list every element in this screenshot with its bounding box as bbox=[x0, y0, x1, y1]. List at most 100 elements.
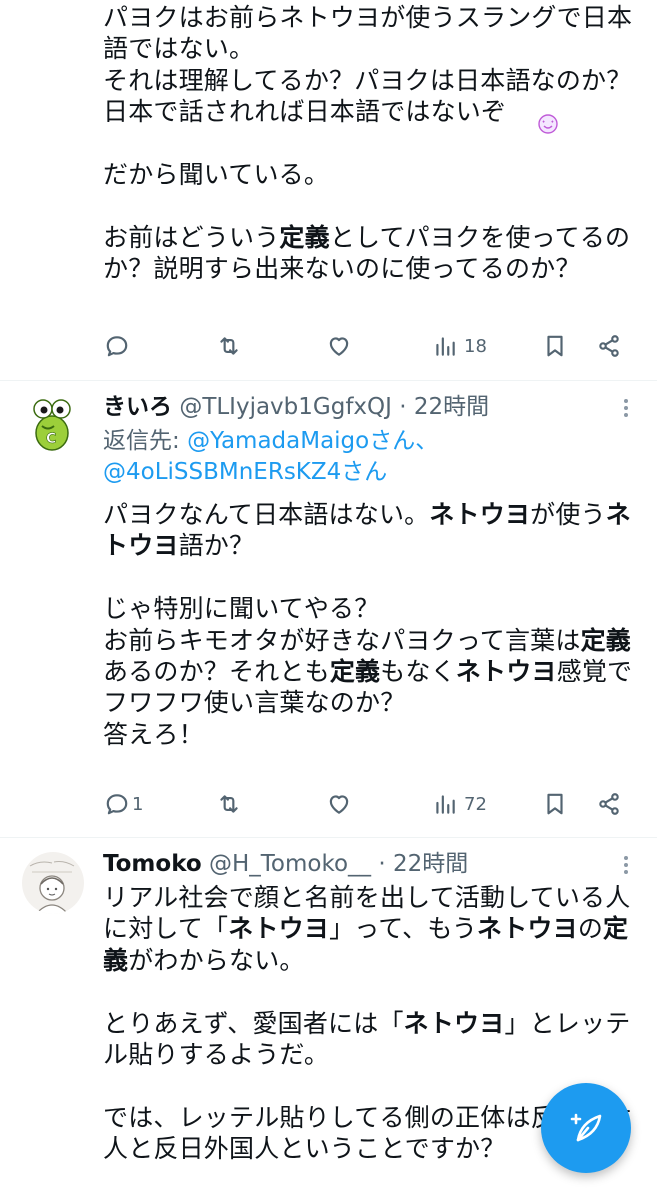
avatar[interactable] bbox=[22, 852, 84, 914]
retweet-icon bbox=[220, 337, 238, 355]
more-button[interactable] bbox=[616, 853, 636, 877]
text-run: だから聞いている。 bbox=[103, 159, 330, 189]
hashtag-keyword: ネトウヨ bbox=[455, 656, 557, 686]
bookmark-icon bbox=[547, 335, 563, 357]
more-icon bbox=[624, 399, 628, 403]
tweet-1-actions: 18 bbox=[96, 326, 636, 366]
reply-count: 1 bbox=[132, 793, 144, 815]
hashtag-keyword: ネトウヨ bbox=[228, 914, 330, 944]
text-line: パヨクはお前らネトウヨが使うスラングで日本 bbox=[103, 2, 643, 33]
text-run: 答えろ！ bbox=[103, 719, 204, 749]
views-button[interactable]: 18 bbox=[432, 326, 487, 366]
retweet-icon bbox=[220, 795, 238, 813]
hashtag-keyword: 定義 bbox=[279, 222, 330, 252]
text-line: 語ではない。 bbox=[103, 33, 643, 64]
text-run: 語ではない。 bbox=[103, 34, 255, 64]
text-line: お前はどういう定義としてパヨクを使ってるの bbox=[103, 222, 643, 253]
avatar[interactable]: C bbox=[22, 393, 84, 455]
text-run: お前はどういう bbox=[103, 222, 280, 252]
text-run: ル貼りするようだ。 bbox=[103, 1039, 330, 1069]
text-line bbox=[103, 976, 643, 1007]
text-run: 」とレッテ bbox=[504, 1008, 631, 1038]
text-line: トウヨ語か？ bbox=[103, 530, 643, 561]
share-icon bbox=[599, 335, 619, 357]
hashtag-keyword: トウヨ bbox=[103, 531, 179, 561]
text-run: とりあえず、愛国者には「 bbox=[103, 1008, 404, 1038]
tweet-2: C きいろ @TLIyjavb1GgfxQJ · 22時間 返信先: @Yama… bbox=[0, 381, 657, 837]
views-count: 72 bbox=[464, 793, 487, 815]
bookmark-button[interactable] bbox=[542, 784, 568, 824]
views-button[interactable]: 72 bbox=[432, 784, 487, 824]
text-line: フワフワ使い言葉なのか？ bbox=[103, 687, 643, 718]
share-button[interactable] bbox=[596, 326, 622, 366]
reply-icon bbox=[106, 336, 128, 357]
text-line bbox=[103, 562, 643, 593]
text-line: あるのか？それとも定義もなくネトウヨ感覚で bbox=[103, 656, 643, 687]
hashtag-keyword: 義 bbox=[103, 945, 129, 975]
bookmark-icon bbox=[547, 793, 563, 815]
text-run: 感覚で bbox=[556, 656, 633, 686]
text-line: とりあえず、愛国者には「ネトウヨ」とレッテ bbox=[103, 1008, 643, 1039]
more-button[interactable] bbox=[616, 396, 636, 420]
reply-button[interactable]: 1 bbox=[104, 784, 143, 824]
compose-button[interactable] bbox=[541, 1083, 631, 1173]
share-button[interactable] bbox=[596, 784, 622, 824]
text-run: がわからない。 bbox=[128, 945, 305, 975]
text-line: パヨクなんて日本語はない。ネトウヨが使うネ bbox=[103, 499, 643, 530]
text-run: としてパヨクを使ってるの bbox=[329, 222, 631, 252]
like-icon bbox=[329, 337, 349, 356]
views-count: 18 bbox=[464, 335, 487, 357]
display-name[interactable]: きいろ bbox=[103, 394, 172, 420]
hashtag-keyword: 定義 bbox=[329, 656, 381, 686]
frog-avatar-image: C bbox=[22, 393, 84, 455]
like-button[interactable] bbox=[326, 784, 352, 824]
text-run: に対して「 bbox=[103, 914, 229, 944]
handle-and-time[interactable]: @H_Tomoko__ · 22時間 bbox=[209, 851, 468, 877]
text-line: に対して「ネトウヨ」って、もうネトウヨの定 bbox=[103, 913, 643, 944]
hashtag-keyword: ネ bbox=[605, 500, 631, 529]
display-name[interactable]: Tomoko bbox=[103, 851, 202, 877]
tweet-1: パヨクはお前らネトウヨが使うスラングで日本 語ではない。 それは理解してるか？パヨク… bbox=[0, 0, 657, 380]
like-icon bbox=[329, 795, 349, 814]
text-run: もなく bbox=[380, 656, 456, 686]
reply-user-link[interactable]: @4oLiSSBMnERsKZ4さん bbox=[103, 459, 387, 485]
text-run: が使う bbox=[530, 500, 606, 529]
tweet-2-text: パヨクなんて日本語はない。ネトウヨが使うネ トウヨ語か？ じゃ特別に聞いてやる？ お前… bbox=[103, 499, 643, 750]
text-line: リアル社会で顔と名前を出して活動している人 bbox=[103, 882, 643, 913]
compose-icon bbox=[570, 1113, 602, 1142]
text-line: だから聞いている。 bbox=[103, 159, 643, 190]
text-run: じゃ特別に聞いてやる？ bbox=[103, 594, 380, 624]
text-run: 語か？ bbox=[178, 531, 255, 561]
bookmark-button[interactable] bbox=[542, 326, 568, 366]
reply-user-link[interactable]: @YamadaMaigoさん、 bbox=[187, 428, 438, 454]
text-line: か？説明すら出来ないのに使ってるのか？ bbox=[103, 253, 643, 284]
views-icon bbox=[436, 795, 455, 814]
reply-label: 返信先: bbox=[103, 428, 188, 454]
tweet-2-header: きいろ @TLIyjavb1GgfxQJ · 22時間 bbox=[103, 392, 603, 422]
retweet-button[interactable] bbox=[216, 784, 242, 824]
hashtag-keyword: 定 bbox=[603, 914, 629, 944]
hashtag-keyword: ネトウヨ bbox=[403, 1008, 505, 1038]
text-line: 義がわからない。 bbox=[103, 945, 643, 976]
text-run: パヨクなんて日本語はない。 bbox=[103, 500, 430, 529]
text-line: 日本で話されれば日本語ではないぞ bbox=[103, 96, 643, 127]
tweet-1-text: パヨクはお前らネトウヨが使うスラングで日本 語ではない。 それは理解してるか？パヨク… bbox=[103, 2, 643, 285]
text-run: パヨクはお前らネトウヨが使うスラングで日本 bbox=[103, 3, 633, 32]
text-run: お前らキモオタが好きなパヨクって言葉は bbox=[103, 625, 581, 655]
views-icon bbox=[436, 337, 455, 356]
retweet-button[interactable] bbox=[216, 326, 242, 366]
reply-icon bbox=[106, 794, 128, 815]
hashtag-keyword: 定義 bbox=[580, 625, 631, 655]
text-run: 日本で話されれば日本語ではないぞ bbox=[103, 97, 507, 127]
text-run: リアル社会で顔と名前を出して活動している人 bbox=[103, 883, 631, 912]
share-icon bbox=[599, 793, 619, 815]
like-button[interactable] bbox=[326, 326, 352, 366]
text-line bbox=[103, 190, 643, 221]
reply-button[interactable] bbox=[104, 326, 130, 366]
handle-and-time[interactable]: @TLIyjavb1GgfxQJ · 22時間 bbox=[179, 394, 489, 420]
tweet-2-actions: 1 72 bbox=[96, 784, 636, 824]
tweet-3-header: Tomoko @H_Tomoko__ · 22時間 bbox=[103, 849, 603, 879]
text-line: ル貼りするようだ。 bbox=[103, 1039, 643, 1070]
text-line: 答えろ！ bbox=[103, 719, 643, 750]
text-line bbox=[103, 128, 643, 159]
